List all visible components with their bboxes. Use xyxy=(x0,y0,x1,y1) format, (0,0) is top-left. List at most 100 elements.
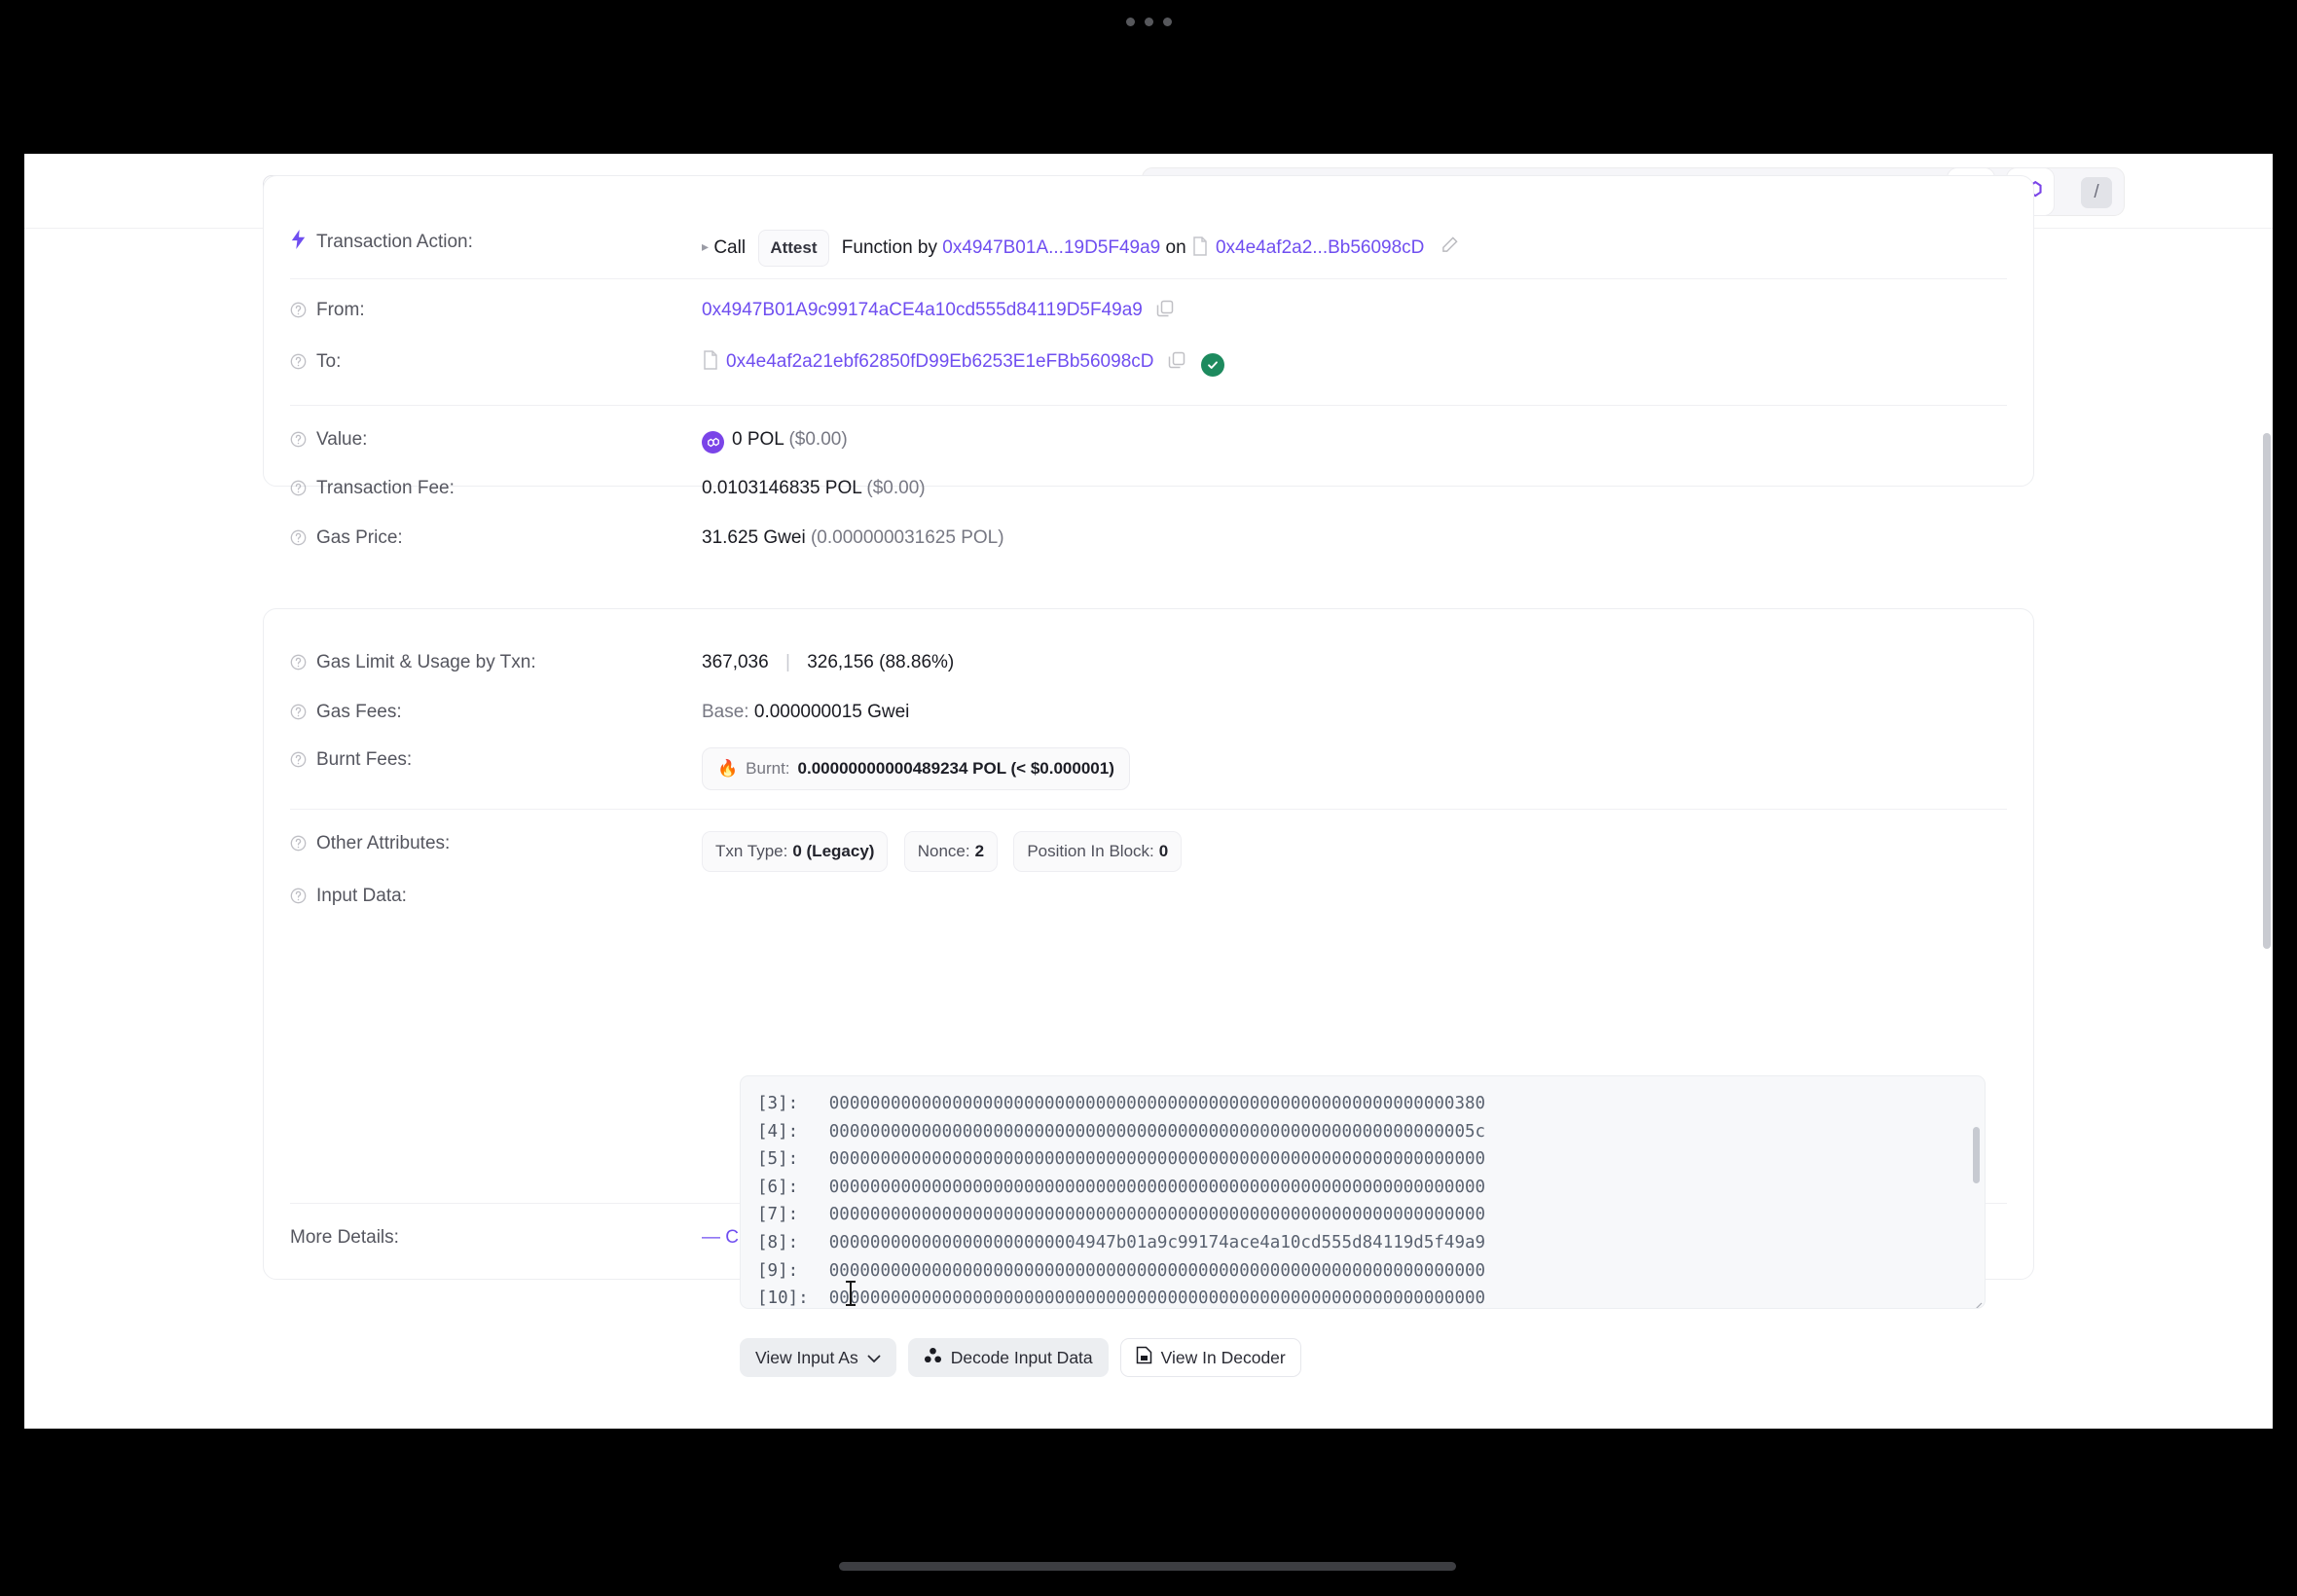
help-icon[interactable] xyxy=(290,301,307,326)
row-transaction-fee: Transaction Fee: 0.0103146835 POL ($0.00… xyxy=(264,476,2033,504)
view-input-as-button[interactable]: View Input As xyxy=(740,1338,896,1377)
burnt-fees-label: Burnt Fees: xyxy=(264,747,702,776)
transaction-fee-pol: 0.0103146835 POL xyxy=(702,478,862,498)
help-icon[interactable] xyxy=(290,352,307,378)
verified-contract-badge xyxy=(1201,353,1225,377)
to-label: To: xyxy=(264,349,702,378)
value-label: Value: xyxy=(264,427,702,455)
search-shortcut-key: / xyxy=(2081,177,2112,208)
copy-icon[interactable] xyxy=(1168,351,1185,369)
burnt-fees-value: 🔥 Burnt: 0.00000000000489234 POL (< $0.0… xyxy=(702,747,1130,790)
transaction-action-label: Transaction Action: xyxy=(264,230,702,257)
copy-icon[interactable] xyxy=(1156,300,1174,317)
gas-fees-label: Gas Fees: xyxy=(264,700,702,728)
window-dot xyxy=(1144,18,1153,26)
function-word: Function by xyxy=(841,237,938,258)
row-other-attributes: Other Attributes: Txn Type: 0 (Legacy) N… xyxy=(264,831,2033,872)
row-to: To: 0x4e4af2a21ebf62850fD99Eb6253E1eFBb5… xyxy=(264,349,2033,378)
attribute-chip-position-in-block: Position In Block: 0 xyxy=(1013,831,1183,872)
input-data-line: [4]: 00000000000000000000000000000000000… xyxy=(757,1121,1486,1142)
gas-limit-label: Gas Limit & Usage by Txn: xyxy=(264,650,702,678)
input-data-line: [8]: 0000000000000000000000004947b01a9c9… xyxy=(757,1232,1486,1252)
window-dots xyxy=(0,0,2297,44)
input-data-line: [9]: 00000000000000000000000000000000000… xyxy=(757,1260,1486,1281)
help-icon[interactable] xyxy=(290,703,307,728)
resize-handle-icon[interactable] xyxy=(1970,1293,1983,1308)
gas-limit-value: 367,036 | 326,156 (88.86%) xyxy=(702,650,954,675)
value-amount: 0 POL ($0.00) xyxy=(702,427,848,453)
gas-price-label: Gas Price: xyxy=(264,526,702,554)
input-data-textarea[interactable]: [3]: 00000000000000000000000000000000000… xyxy=(740,1075,1986,1309)
help-icon[interactable] xyxy=(290,430,307,455)
to-address-link[interactable]: 0x4e4af2a21ebf62850fD99Eb6253E1eFBb56098… xyxy=(726,351,1153,372)
burnt-chip-value: 0.00000000000489234 POL (< $0.000001) xyxy=(797,759,1114,778)
from-address-link[interactable]: 0x4947B01A9c99174aCE4a10cd555d84119D5F49… xyxy=(702,300,1143,320)
value-fiat: ($0.00) xyxy=(788,429,848,450)
row-input-data: Input Data: xyxy=(264,884,2033,912)
input-data-label: Input Data: xyxy=(264,884,702,912)
row-from: From: 0x4947B01A9c99174aCE4a10cd555d8411… xyxy=(264,298,2033,326)
row-gas-fees: Gas Fees: Base: 0.000000015 Gwei xyxy=(264,700,2033,728)
decoder-cluster-icon xyxy=(924,1347,942,1368)
action-to-address-link[interactable]: 0x4e4af2a2...Bb56098cD xyxy=(1216,237,1424,258)
row-gas-limit: Gas Limit & Usage by Txn: 367,036 | 326,… xyxy=(264,650,2033,678)
gas-usage-amount: 326,156 (88.86%) xyxy=(807,652,955,672)
pencil-icon[interactable] xyxy=(1441,236,1458,258)
divider xyxy=(290,809,2007,810)
on-word: on xyxy=(1165,237,1186,258)
help-icon[interactable] xyxy=(290,750,307,776)
lightning-icon xyxy=(290,230,307,257)
gas-price-gwei: 31.625 Gwei xyxy=(702,527,806,548)
contract-icon xyxy=(702,350,719,370)
other-attributes-label: Other Attributes: xyxy=(264,831,702,859)
divider xyxy=(290,405,2007,406)
help-icon[interactable] xyxy=(290,887,307,912)
expand-caret-icon[interactable]: ▸ xyxy=(702,238,709,254)
help-icon[interactable] xyxy=(290,479,307,504)
burnt-chip-prefix: Burnt: xyxy=(746,759,790,778)
value-pol: 0 POL xyxy=(732,429,784,450)
row-transaction-action: Transaction Action: ▸ Call Attest Functi… xyxy=(264,230,2033,267)
from-value: 0x4947B01A9c99174aCE4a10cd555d84119D5F49… xyxy=(702,298,1174,323)
window-dot xyxy=(1125,18,1135,26)
window-dot xyxy=(1162,18,1172,26)
attribute-chip-nonce: Nonce: 2 xyxy=(903,831,999,872)
decoder-file-icon xyxy=(1136,1346,1152,1369)
function-tag: Attest xyxy=(758,230,829,267)
fire-icon: 🔥 xyxy=(717,759,739,778)
to-value: 0x4e4af2a21ebf62850fD99Eb6253E1eFBb56098… xyxy=(702,349,1225,377)
page-scrollbar[interactable] xyxy=(2263,433,2271,949)
gas-price-pol: (0.000000031625 POL) xyxy=(810,527,1004,548)
transaction-fee-label: Transaction Fee: xyxy=(264,476,702,504)
home-indicator xyxy=(839,1562,1456,1571)
help-icon[interactable] xyxy=(290,653,307,678)
gas-limit-amount: 367,036 xyxy=(702,652,769,672)
input-data-scrollbar[interactable] xyxy=(1973,1127,1980,1183)
input-data-line: [5]: 00000000000000000000000000000000000… xyxy=(757,1149,1486,1170)
call-text: Call xyxy=(713,237,747,258)
transaction-fee-value: 0.0103146835 POL ($0.00) xyxy=(702,476,926,501)
more-details-label: More Details: xyxy=(290,1227,399,1248)
transaction-action-value: ▸ Call Attest Function by 0x4947B01A...1… xyxy=(702,230,1458,267)
transaction-summary-card: Transaction Action: ▸ Call Attest Functi… xyxy=(263,175,2034,548)
gas-fees-value: Base: 0.000000015 Gwei xyxy=(702,700,909,725)
transaction-fee-fiat: ($0.00) xyxy=(866,478,926,498)
help-icon[interactable] xyxy=(290,834,307,859)
input-data-line: [10]: 0000000000000000000000000000000000… xyxy=(757,1288,1486,1309)
gas-price-value: 31.625 Gwei (0.000000031625 POL) xyxy=(702,526,1004,551)
burnt-fees-chip: 🔥 Burnt: 0.00000000000489234 POL (< $0.0… xyxy=(702,747,1130,790)
pol-token-icon xyxy=(702,431,724,453)
row-value: Value: 0 POL ($0.00) xyxy=(264,427,2033,455)
gas-fees-base-label: Base: xyxy=(702,702,749,722)
from-label: From: xyxy=(264,298,702,326)
action-from-address-link[interactable]: 0x4947B01A...19D5F49a9 xyxy=(942,237,1160,258)
attribute-chip-txn-type: Txn Type: 0 (Legacy) xyxy=(702,831,889,872)
gas-fees-base-value: 0.000000015 Gwei xyxy=(753,702,910,722)
decode-input-data-button[interactable]: Decode Input Data xyxy=(907,1338,1109,1377)
help-icon[interactable] xyxy=(290,528,307,554)
row-burnt-fees: Burnt Fees: 🔥 Burnt: 0.00000000000489234… xyxy=(264,747,2033,790)
view-in-decoder-button[interactable]: View In Decoder xyxy=(1119,1338,1301,1377)
input-data-actions: View Input As Decode Input Data View In … xyxy=(740,1338,1301,1377)
gas-limit-separator: | xyxy=(784,652,790,672)
input-data-line: [6]: 00000000000000000000000000000000000… xyxy=(757,1177,1486,1197)
